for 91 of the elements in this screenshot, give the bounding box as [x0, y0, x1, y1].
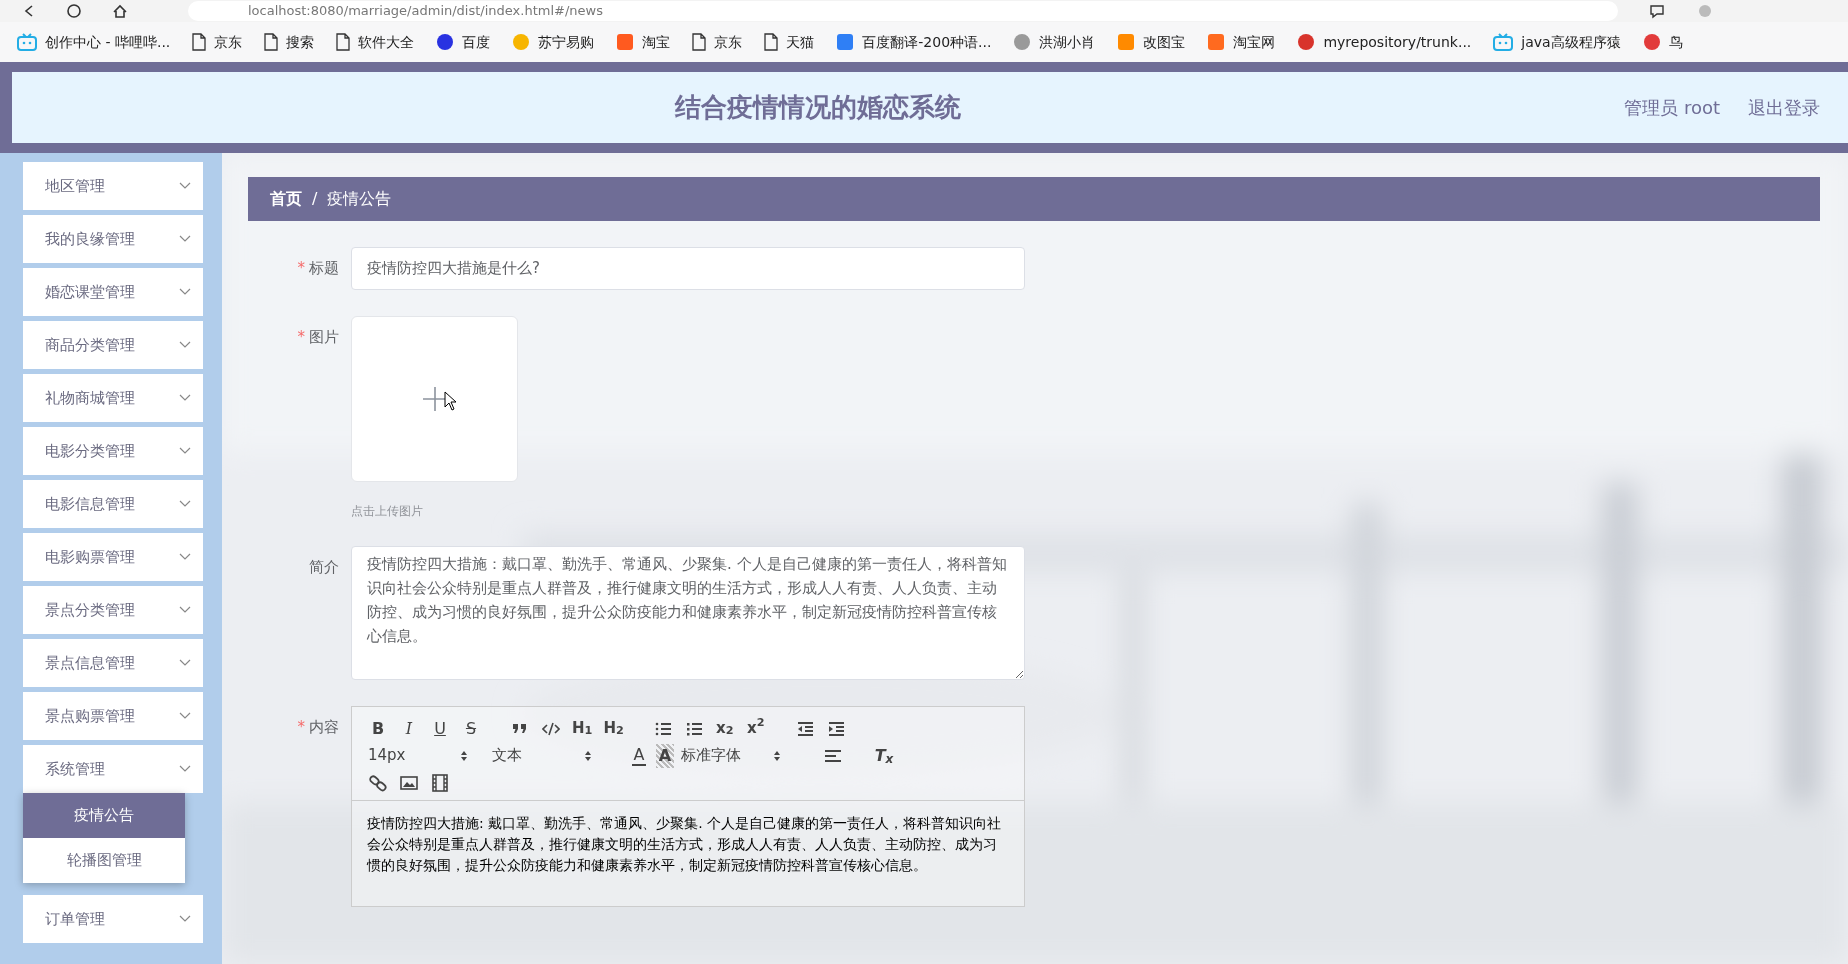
- chevron-icon: [179, 712, 191, 720]
- chevron-icon: [179, 765, 191, 773]
- page-icon: [764, 33, 779, 51]
- format-button[interactable]: H$_{1}$: [568, 716, 597, 741]
- submenu-item[interactable]: 轮播图管理: [23, 838, 185, 883]
- menu-item[interactable]: 我的良缘管理: [23, 215, 203, 263]
- bookmark-link[interactable]: 鸟: [1668, 31, 1683, 53]
- chevron-icon: [179, 182, 191, 190]
- film-icon[interactable]: [431, 773, 449, 792]
- title-field[interactable]: 疫情防控四大措施是什么?: [351, 247, 1025, 290]
- chevron-icon: [179, 606, 191, 614]
- bookmark-link[interactable]: 改图宝: [1143, 31, 1186, 53]
- link-icon[interactable]: [369, 773, 387, 792]
- chevron-icon: [179, 447, 191, 455]
- outdent-icon[interactable]: [795, 719, 814, 738]
- updown-icon: [773, 749, 781, 762]
- chevron-icon: [179, 235, 191, 243]
- chevron-icon: [179, 500, 191, 508]
- bookmark-link[interactable]: 淘宝: [642, 31, 671, 53]
- bookmark-link[interactable]: 苏宁易购: [538, 31, 595, 53]
- logout-link[interactable]: 退出登录: [1748, 94, 1820, 121]
- user-label: 管理员 root: [1624, 96, 1720, 120]
- format-button[interactable]: U: [426, 716, 454, 741]
- bookmark-link[interactable]: 京东: [214, 31, 243, 53]
- format-button[interactable]: H$_{2}$: [599, 716, 628, 741]
- field-label: 内容: [309, 718, 339, 736]
- breadcrumb-separator: /: [312, 188, 318, 210]
- menu-item[interactable]: 地区管理: [23, 162, 203, 210]
- format-button[interactable]: A: [656, 743, 674, 768]
- format-button[interactable]: x$_{2}$: [710, 716, 739, 741]
- submenu-item[interactable]: 疫情公告: [23, 793, 185, 838]
- page-icon: [264, 33, 279, 51]
- home-icon[interactable]: [112, 3, 128, 19]
- chevron-icon: [179, 915, 191, 923]
- required-mark: *: [297, 718, 305, 736]
- bookmark-link[interactable]: 淘宝网: [1233, 31, 1276, 53]
- menu-item[interactable]: 商品分类管理: [23, 321, 203, 369]
- format-button[interactable]: T$_{x}$: [870, 743, 898, 768]
- format-button[interactable]: S: [457, 716, 485, 741]
- menu-item[interactable]: 婚恋课堂管理: [23, 268, 203, 316]
- chevron-icon: [179, 288, 191, 296]
- updown-icon: [460, 749, 468, 762]
- indent-icon[interactable]: [826, 719, 845, 738]
- chevron-icon: [179, 553, 191, 561]
- page-icon: [692, 33, 707, 51]
- bookmark-link[interactable]: 京东: [714, 31, 743, 53]
- page-icon: [192, 33, 207, 51]
- field-label: 简介: [309, 558, 339, 576]
- format-button[interactable]: B: [364, 716, 392, 741]
- updown-icon: [584, 749, 592, 762]
- required-mark: *: [297, 328, 305, 346]
- cursor-icon: [444, 391, 458, 411]
- page-icon: [336, 33, 351, 51]
- upload-hint: 点击上传图片: [351, 503, 424, 520]
- image-icon[interactable]: [400, 773, 418, 792]
- chevron-icon: [179, 659, 191, 667]
- menu-item[interactable]: 电影分类管理: [23, 427, 203, 475]
- bookmark-link[interactable]: 百度翻译-200种语...: [862, 31, 992, 53]
- menu-item[interactable]: 景点信息管理: [23, 639, 203, 687]
- font-select[interactable]: 14px: [364, 743, 472, 768]
- menu-item[interactable]: 景点分类管理: [23, 586, 203, 634]
- format-button[interactable]: I: [395, 716, 423, 741]
- app-title: 结合疫情情况的婚恋系统: [673, 91, 963, 124]
- menu-item[interactable]: 电影购票管理: [23, 533, 203, 581]
- chevron-icon: [179, 341, 191, 349]
- bookmark-link[interactable]: 软件大全: [358, 31, 415, 53]
- menu-item[interactable]: 景点购票管理: [23, 692, 203, 740]
- bookmark-link[interactable]: 洪湖小肖: [1039, 31, 1096, 53]
- bookmark-link[interactable]: java高级程序猿: [1521, 31, 1621, 53]
- menu-item[interactable]: 系统管理: [23, 745, 203, 793]
- summary-field[interactable]: 疫情防控四大措施：戴口罩、勤洗手、常通风、少聚集. 个人是自己健康的第一责任人，将科普知识向社会公众特别是重点人群普及，推行健康文明的生活方式，形成人人有责、人人负责、主动防控、成为习惯的良好氛围，提升公众防疫能力和健康素养水平，制定新冠疫情防控科普宣传核心信息。: [351, 546, 1025, 680]
- bookmark-link[interactable]: 天猫: [786, 31, 815, 53]
- refresh-icon[interactable]: [66, 3, 82, 19]
- breadcrumb-link[interactable]: 首页: [270, 187, 302, 211]
- bookmark-link[interactable]: 百度: [462, 31, 491, 53]
- required-mark: *: [297, 259, 305, 277]
- format-button[interactable]: x$^{2}$: [741, 716, 770, 741]
- breadcrumb-link[interactable]: 疫情公告: [327, 187, 392, 211]
- chevron-icon: [179, 394, 191, 402]
- address-bar[interactable]: localhost:8080/marriage/admin/dist/index.html#/news: [188, 1, 1618, 21]
- font-select[interactable]: 文本: [488, 743, 596, 768]
- bookmark-link[interactable]: myrepository/trunk...: [1323, 31, 1472, 53]
- menu-item[interactable]: 订单管理: [23, 895, 203, 943]
- bookmark-link[interactable]: 创作中心 - 哔哩哔...: [45, 31, 171, 53]
- menu-item[interactable]: 电影信息管理: [23, 480, 203, 528]
- bookmark-link[interactable]: 搜索: [286, 31, 315, 53]
- field-label: 图片: [309, 328, 339, 346]
- field-label: 标题: [309, 259, 339, 277]
- menu-item[interactable]: 礼物商城管理: [23, 374, 203, 422]
- format-button[interactable]: A: [632, 745, 646, 766]
- font-select[interactable]: 标准字体: [677, 743, 785, 768]
